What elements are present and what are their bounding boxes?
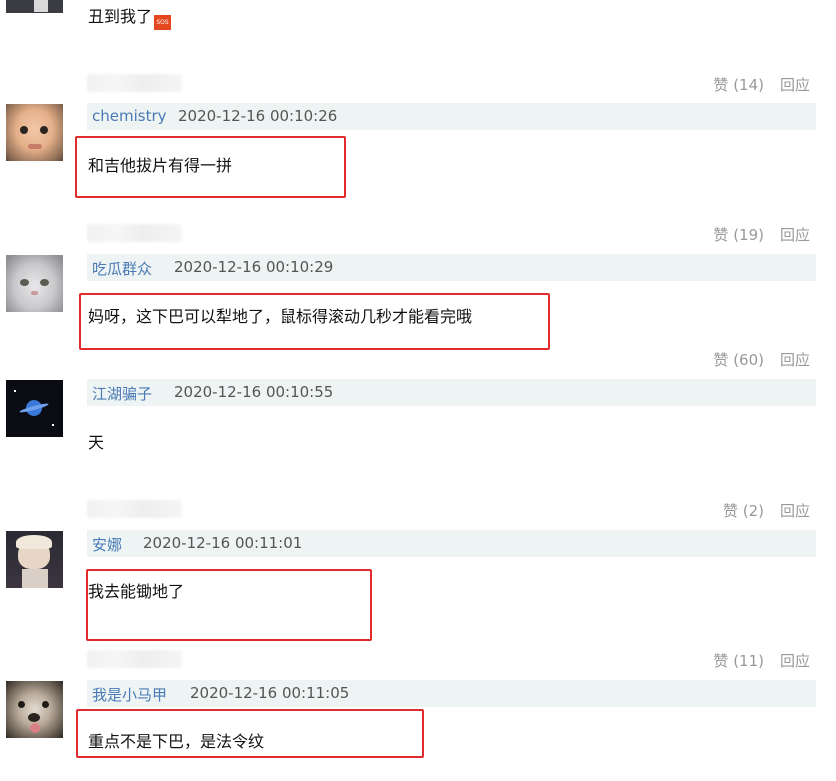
- reply-button[interactable]: 回应: [780, 224, 810, 245]
- like-button[interactable]: 赞 (60): [713, 349, 764, 370]
- avatar[interactable]: [6, 380, 63, 437]
- timestamp: 2020-12-16 00:10:26: [178, 107, 338, 125]
- blurred-reply: [87, 650, 182, 668]
- blurred-reply: [87, 500, 182, 518]
- highlight-box: [75, 136, 346, 198]
- highlight-box: [76, 709, 424, 758]
- comment-actions: 赞 (19) 回应: [713, 224, 810, 245]
- avatar[interactable]: [6, 255, 63, 312]
- blurred-reply: [87, 74, 182, 92]
- username-link[interactable]: chemistry: [92, 107, 167, 125]
- timestamp: 2020-12-16 00:10:55: [174, 383, 334, 401]
- timestamp: 2020-12-16 00:11:05: [190, 684, 350, 702]
- like-button[interactable]: 赞 (2): [723, 500, 764, 521]
- like-button[interactable]: 赞 (19): [713, 224, 764, 245]
- sos-emoji-icon: SOS: [154, 15, 172, 30]
- timestamp: 2020-12-16 00:10:29: [174, 258, 334, 276]
- reply-button[interactable]: 回应: [780, 349, 810, 370]
- username-link[interactable]: 吃瓜群众: [92, 258, 152, 279]
- like-button[interactable]: 赞 (11): [713, 650, 764, 671]
- username-link[interactable]: 我是小马甲: [92, 684, 167, 705]
- comment-actions: 赞 (11) 回应: [713, 650, 810, 671]
- avatar-top-partial[interactable]: [6, 0, 63, 13]
- username-link[interactable]: 安娜: [92, 534, 122, 555]
- timestamp: 2020-12-16 00:11:01: [143, 534, 303, 552]
- comment-actions: 赞 (2) 回应: [723, 500, 810, 521]
- username-link[interactable]: 江湖骗子: [92, 383, 152, 404]
- reply-button[interactable]: 回应: [780, 650, 810, 671]
- comment-actions: 赞 (14) 回应: [713, 74, 810, 95]
- avatar[interactable]: [6, 681, 63, 738]
- comment-actions: 赞 (60) 回应: [713, 349, 810, 370]
- comment-header: 安娜 2020-12-16 00:11:01: [87, 530, 816, 557]
- comment-header: 我是小马甲 2020-12-16 00:11:05: [87, 680, 816, 707]
- reply-button[interactable]: 回应: [780, 500, 810, 521]
- comment-header: 吃瓜群众 2020-12-16 00:10:29: [87, 254, 816, 281]
- comment-text: 丑到我了: [88, 7, 153, 26]
- avatar[interactable]: [6, 104, 63, 161]
- comment-content: 天: [88, 433, 105, 452]
- highlight-box: [86, 569, 372, 641]
- avatar[interactable]: [6, 531, 63, 588]
- like-button[interactable]: 赞 (14): [713, 74, 764, 95]
- comment-header: chemistry 2020-12-16 00:10:26: [87, 103, 816, 130]
- reply-button[interactable]: 回应: [780, 74, 810, 95]
- highlight-box: [79, 293, 550, 350]
- comment-header: 江湖骗子 2020-12-16 00:10:55: [87, 379, 816, 406]
- blurred-reply: [87, 224, 182, 242]
- comment-content: 丑到我了 SOS: [88, 3, 172, 30]
